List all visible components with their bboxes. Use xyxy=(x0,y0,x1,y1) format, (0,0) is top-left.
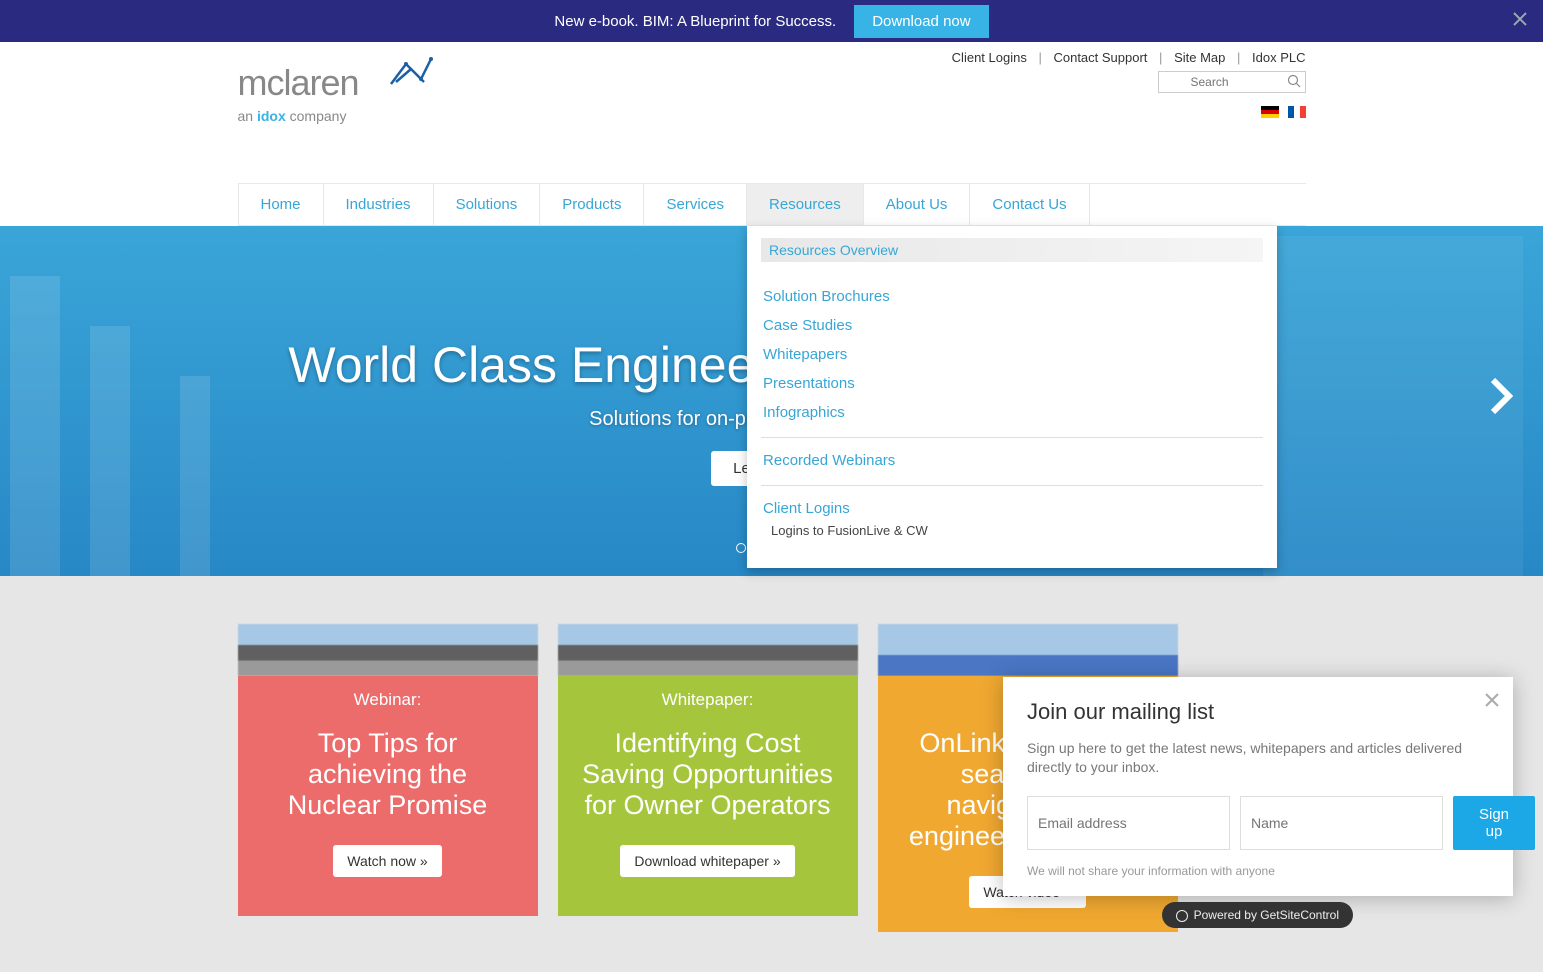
nav-services[interactable]: Services xyxy=(644,184,746,225)
nav-solutions[interactable]: Solutions xyxy=(434,184,540,225)
mailing-note: We will not share your information with … xyxy=(1027,864,1489,878)
dropdown-whitepapers[interactable]: Whitepapers xyxy=(761,340,1263,369)
resources-dropdown: Resources Overview Solution Brochures Ca… xyxy=(747,226,1277,568)
logo[interactable]: mclaren an idox company xyxy=(238,62,359,124)
card-title: Identifying Cost Saving Opportunities fo… xyxy=(580,728,836,821)
card-title: Top Tips for achieving the Nuclear Promi… xyxy=(260,728,516,821)
announcement-bar: New e-book. BIM: A Blueprint for Success… xyxy=(0,0,1543,42)
logo-text: mclaren xyxy=(238,62,359,103)
logo-tagline: an idox company xyxy=(238,108,359,124)
logo-mark-icon xyxy=(386,54,436,97)
dropdown-recorded-webinars[interactable]: Recorded Webinars xyxy=(761,446,1263,475)
card-whitepaper: Whitepaper: Identifying Cost Saving Oppo… xyxy=(558,624,858,932)
nav-resources[interactable]: Resources xyxy=(747,184,863,225)
nav-home[interactable]: Home xyxy=(239,184,323,225)
mailing-title: Join our mailing list xyxy=(1027,699,1489,725)
nav-industries[interactable]: Industries xyxy=(324,184,433,225)
card-webinar: Webinar: Top Tips for achieving the Nucl… xyxy=(238,624,538,932)
card-label: Webinar: xyxy=(260,690,516,710)
powered-by-badge[interactable]: Powered by GetSiteControl xyxy=(1162,902,1353,928)
main-nav: Home Industries Solutions Products Servi… xyxy=(238,183,1306,226)
nav-products[interactable]: Products xyxy=(540,184,643,225)
flag-german-icon[interactable] xyxy=(1261,106,1279,118)
mailing-text: Sign up here to get the latest news, whi… xyxy=(1027,739,1489,778)
language-flags xyxy=(238,103,1306,121)
search-box xyxy=(1158,71,1306,93)
mailing-email-input[interactable] xyxy=(1027,796,1230,850)
top-link-client-logins[interactable]: Client Logins xyxy=(952,50,1027,65)
top-link-site-map[interactable]: Site Map xyxy=(1174,50,1225,65)
nav-about[interactable]: About Us xyxy=(864,184,970,225)
carousel-dot-1[interactable] xyxy=(736,543,746,553)
card-image xyxy=(238,624,538,676)
announcement-download-button[interactable]: Download now xyxy=(854,5,988,38)
dropdown-client-logins[interactable]: Client Logins xyxy=(761,494,1263,523)
header: mclaren an idox company Client Logins | … xyxy=(0,42,1543,226)
card-label: Whitepaper: xyxy=(580,690,836,710)
announcement-close-icon[interactable] xyxy=(1512,10,1528,33)
mailing-close-icon[interactable] xyxy=(1485,691,1499,712)
card-image xyxy=(878,624,1178,676)
search-icon[interactable] xyxy=(1287,74,1301,93)
mailing-name-input[interactable] xyxy=(1240,796,1443,850)
dropdown-overview[interactable]: Resources Overview xyxy=(761,238,1263,262)
carousel-next-icon[interactable] xyxy=(1489,376,1513,426)
getsitecontrol-icon xyxy=(1176,910,1188,922)
nav-contact[interactable]: Contact Us xyxy=(970,184,1088,225)
dropdown-case-studies[interactable]: Case Studies xyxy=(761,311,1263,340)
card-watch-now-button[interactable]: Watch now » xyxy=(333,845,441,877)
dropdown-solution-brochures[interactable]: Solution Brochures xyxy=(761,282,1263,311)
card-image xyxy=(558,624,858,676)
dropdown-client-logins-sub: Logins to FusionLive & CW xyxy=(761,523,1263,538)
mailing-signup-button[interactable]: Sign up xyxy=(1453,796,1535,850)
dropdown-infographics[interactable]: Infographics xyxy=(761,398,1263,427)
card-download-whitepaper-button[interactable]: Download whitepaper » xyxy=(620,845,794,877)
top-link-contact-support[interactable]: Contact Support xyxy=(1053,50,1147,65)
dropdown-presentations[interactable]: Presentations xyxy=(761,369,1263,398)
top-link-idox-plc[interactable]: Idox PLC xyxy=(1252,50,1305,65)
announcement-text: New e-book. BIM: A Blueprint for Success… xyxy=(554,13,836,30)
flag-french-icon[interactable] xyxy=(1288,106,1306,118)
mailing-list-popup: Join our mailing list Sign up here to ge… xyxy=(1003,677,1513,896)
